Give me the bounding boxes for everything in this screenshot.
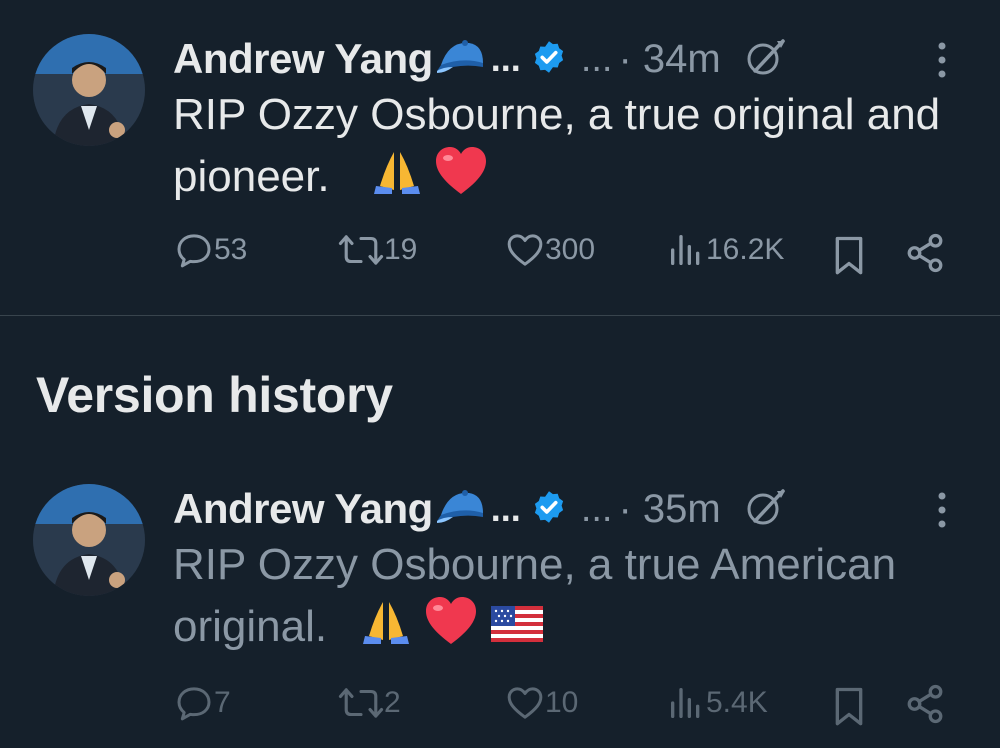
views-button[interactable]: 16.2K: [666, 230, 784, 270]
like-count: 300: [545, 233, 596, 266]
repost-icon: [338, 235, 384, 265]
version-history-title: Version history: [36, 367, 393, 423]
view-count: 5.4K: [706, 686, 768, 719]
reply-button[interactable]: 7: [174, 683, 231, 723]
more-options-icon[interactable]: [932, 490, 952, 535]
repost-button[interactable]: 2: [338, 683, 401, 723]
tweet-text-content: RIP Ozzy Osbourne, a true original and p…: [173, 90, 941, 202]
heart-icon: [507, 234, 543, 266]
repost-count: 2: [384, 686, 401, 719]
bookmark-button[interactable]: [829, 685, 869, 729]
like-button[interactable]: 300: [505, 230, 595, 270]
reply-count: 53: [214, 233, 248, 266]
name-ellipsis: ...: [490, 38, 521, 79]
name-ellipsis: ...: [490, 488, 521, 529]
bookmark-button[interactable]: [829, 234, 869, 278]
reply-count: 7: [214, 686, 231, 719]
timestamp[interactable]: · 34m: [619, 37, 721, 82]
folded-hands-icon: [361, 596, 411, 663]
verified-badge-icon: [531, 39, 567, 80]
red-heart-icon: [424, 596, 478, 663]
tweet-header: Andrew Yang ... ... · 35m: [173, 484, 787, 534]
folded-hands-icon: [372, 146, 422, 213]
views-chart-icon: [671, 688, 700, 718]
us-flag-icon: [490, 599, 544, 661]
tweet-actions: 53 19 300 16.2K: [0, 230, 1000, 280]
reply-button[interactable]: 53: [174, 230, 247, 270]
more-options-icon[interactable]: [932, 40, 952, 85]
views-button[interactable]: 5.4K: [666, 683, 768, 723]
view-count: 16.2K: [706, 233, 785, 266]
section-divider: [0, 315, 1000, 316]
tweet-header: Andrew Yang ... ... · 34m: [173, 34, 787, 84]
heart-icon: [507, 687, 543, 719]
red-heart-icon: [434, 146, 488, 213]
avatar[interactable]: [33, 484, 145, 596]
like-count: 10: [545, 686, 579, 719]
repost-icon: [338, 688, 384, 718]
share-button[interactable]: [904, 683, 946, 725]
author-name[interactable]: Andrew Yang: [173, 485, 433, 533]
author-name[interactable]: Andrew Yang: [173, 35, 433, 83]
reply-icon: [177, 234, 211, 268]
handle-ellipsis: ...: [580, 37, 613, 80]
tweet-text: RIP Ozzy Osbourne, a true original and p…: [173, 84, 973, 213]
share-icon: [907, 233, 943, 273]
tweet-actions: 7 2 10 5.4K: [0, 683, 1000, 733]
baseball-cap-icon: [435, 37, 489, 82]
share-icon: [907, 684, 943, 724]
timestamp[interactable]: · 35m: [619, 487, 721, 532]
edit-history-icon[interactable]: [743, 35, 787, 84]
bookmark-icon: [835, 236, 863, 275]
like-button[interactable]: 10: [505, 683, 578, 723]
repost-count: 19: [384, 233, 418, 266]
bookmark-icon: [835, 687, 863, 726]
reply-icon: [177, 687, 211, 721]
share-button[interactable]: [904, 232, 946, 274]
repost-button[interactable]: 19: [338, 230, 417, 270]
avatar-photo-icon: [33, 484, 145, 596]
handle-ellipsis: ...: [580, 487, 613, 530]
tweet-text: RIP Ozzy Osbourne, a true American origi…: [173, 534, 973, 663]
avatar[interactable]: [33, 34, 145, 146]
views-chart-icon: [671, 235, 700, 265]
baseball-cap-icon: [435, 487, 489, 532]
verified-badge-icon: [531, 489, 567, 530]
avatar-photo-icon: [33, 34, 145, 146]
edit-history-icon[interactable]: [743, 485, 787, 534]
